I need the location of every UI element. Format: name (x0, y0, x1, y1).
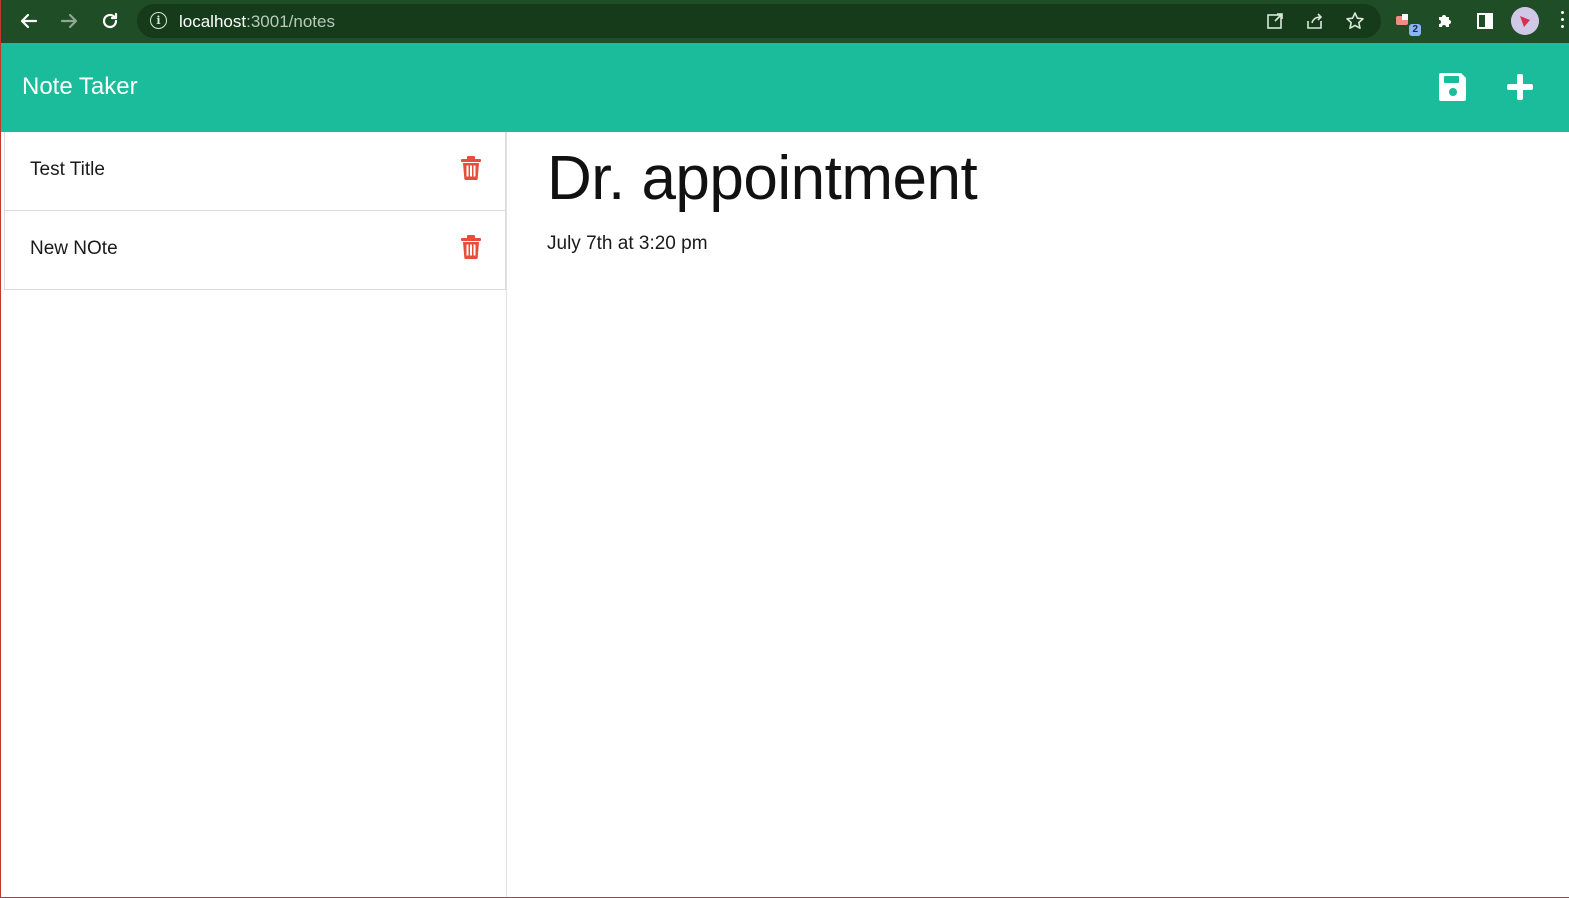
save-note-icon[interactable] (1438, 71, 1468, 103)
notes-sidebar: Test Title New NOte (1, 132, 507, 897)
forward-arrow-icon[interactable] (56, 8, 82, 34)
note-title[interactable]: Dr. appointment (547, 143, 978, 214)
open-in-app-icon[interactable] (1265, 11, 1285, 31)
app-brand[interactable]: Note Taker (22, 73, 138, 101)
note-list-title[interactable]: Test Title (30, 159, 105, 181)
puzzle-icon[interactable] (1433, 9, 1457, 33)
browser-menu-icon[interactable] (1559, 11, 1565, 33)
reload-icon[interactable] (97, 8, 123, 34)
share-icon[interactable] (1305, 11, 1325, 31)
site-info-icon[interactable]: i (150, 12, 167, 29)
url-path: :3001/notes (246, 12, 335, 31)
extension-badge-icon[interactable]: 2 (1393, 9, 1421, 36)
browser-window: i localhost:3001/notes 2 Note Taker Test… (0, 0, 1569, 898)
delete-trash-icon[interactable] (461, 156, 481, 180)
note-list-title[interactable]: New NOte (30, 238, 118, 260)
extension-badge-count: 2 (1409, 24, 1421, 36)
list-item[interactable]: Test Title (4, 132, 506, 211)
new-note-icon[interactable] (1506, 73, 1534, 101)
url-text[interactable]: localhost:3001/notes (179, 12, 335, 32)
side-panel-icon[interactable] (1473, 9, 1497, 33)
delete-trash-icon[interactable] (461, 235, 481, 259)
note-textarea[interactable]: July 7th at 3:20 pm (547, 233, 708, 255)
bookmark-star-icon[interactable] (1345, 11, 1365, 31)
browser-toolbar: i localhost:3001/notes 2 (1, 0, 1569, 43)
back-arrow-icon[interactable] (16, 8, 42, 34)
app-navbar: Note Taker (1, 43, 1569, 132)
address-bar[interactable]: i localhost:3001/notes (137, 4, 1381, 38)
url-host: localhost (179, 12, 247, 31)
list-item[interactable]: New NOte (4, 211, 506, 290)
notes-list: Test Title New NOte (4, 132, 506, 290)
profile-avatar[interactable] (1511, 7, 1539, 35)
